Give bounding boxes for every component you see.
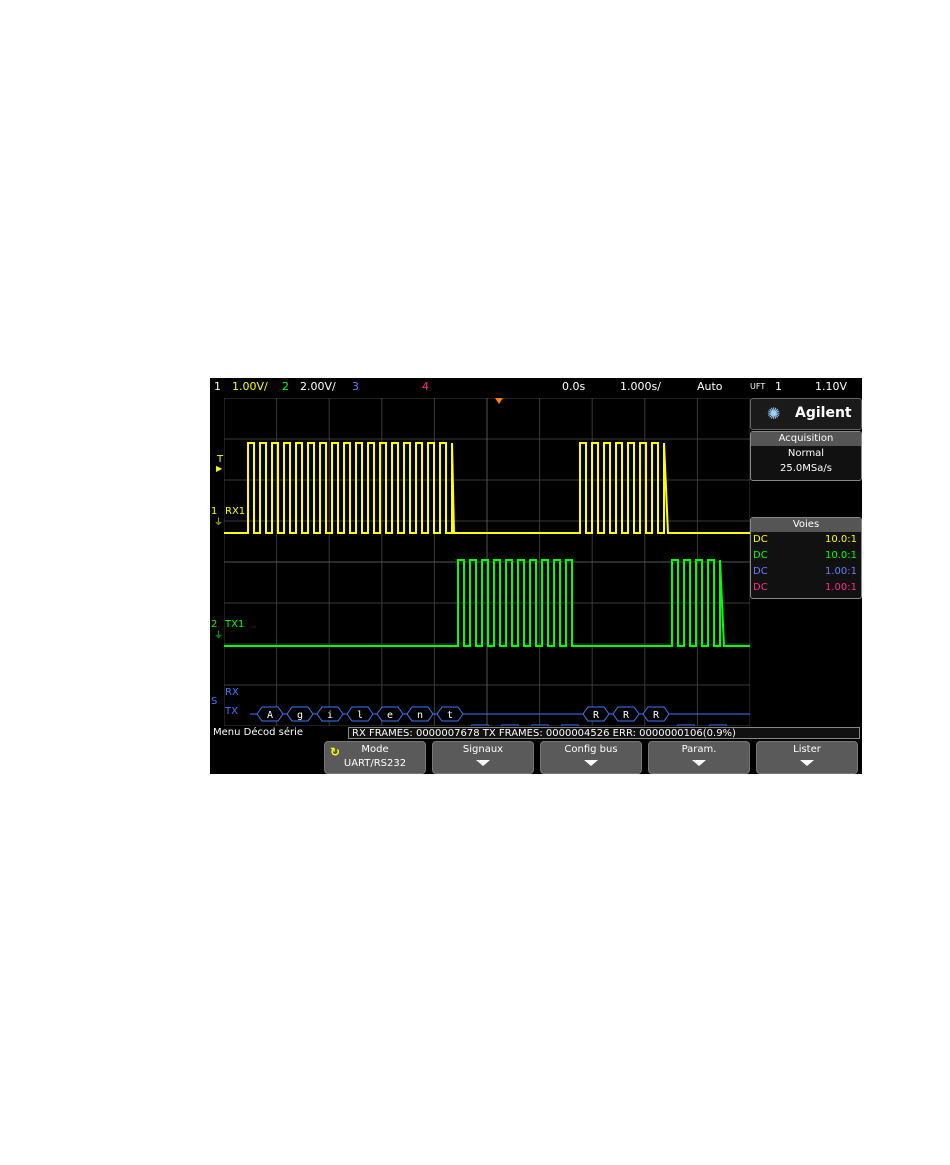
submenu-arrow-icon	[584, 760, 598, 766]
tx1-label: TX1	[225, 619, 245, 630]
trigger-position-icon	[495, 398, 503, 404]
tx-bus-label: TX	[225, 706, 238, 717]
settings-softkey[interactable]: Param.	[648, 741, 750, 774]
lister-softkey[interactable]: Lister	[756, 741, 858, 774]
brand-logo: ✺ Agilent	[750, 398, 862, 430]
brand-name: Agilent	[795, 405, 852, 421]
rx1-label: RX1	[225, 506, 246, 517]
agilent-spark-icon: ✺	[767, 404, 781, 423]
trigger-channel[interactable]: 1	[775, 378, 782, 396]
channel-row[interactable]: DC 1.00:1	[751, 564, 861, 580]
oscilloscope-screen: 1 1.00V/ 2 2.00V/ 3 4 0.0s 1.000s/ Auto …	[210, 378, 862, 774]
acquisition-section[interactable]: Acquisition Normal 25.0MSa/s	[750, 431, 862, 481]
ch3-number[interactable]: 3	[352, 378, 359, 396]
mode-softkey[interactable]: ↻ Mode UART/RS232	[324, 741, 426, 774]
ch2-coupling: DC	[753, 550, 768, 561]
channels-section[interactable]: Voies DC 10.0:1 DC 10.0:1 DC 1.00:1 DC 1…	[750, 517, 862, 599]
menu-title: Menu Décod série	[213, 727, 304, 738]
trigger-level[interactable]: 1.10V	[815, 378, 847, 396]
ch4-probe: 1.00:1	[825, 582, 857, 593]
submenu-arrow-icon	[476, 760, 490, 766]
rx-decoded-char: l	[357, 710, 363, 721]
ch1-scale[interactable]: 1.00V/	[232, 378, 268, 396]
time-scale[interactable]: 1.000s/	[620, 378, 661, 396]
ch1-coupling: DC	[753, 534, 768, 545]
softkey-label: Lister	[793, 744, 821, 755]
ch4-number[interactable]: 4	[422, 378, 429, 396]
rx-decoded-char: g	[297, 710, 303, 721]
submenu-arrow-icon	[692, 760, 706, 766]
channel-row[interactable]: DC 10.0:1	[751, 548, 861, 564]
ch4-coupling: DC	[753, 582, 768, 593]
ch3-coupling: DC	[753, 566, 768, 577]
channels-title: Voies	[751, 518, 861, 532]
ch2-probe: 10.0:1	[825, 550, 857, 561]
top-status-bar: 1 1.00V/ 2 2.00V/ 3 4 0.0s 1.000s/ Auto …	[210, 378, 862, 396]
refresh-icon: ↻	[330, 745, 341, 759]
ch3-probe: 1.00:1	[825, 566, 857, 577]
rx-decoded-char: R	[653, 710, 660, 721]
rx-decoded-char: t	[447, 710, 453, 721]
channel-row[interactable]: DC 1.00:1	[751, 580, 861, 596]
status-line: Menu Décod série RX FRAMES: 0000007678 T…	[210, 726, 862, 740]
acquisition-mode: Normal	[787, 448, 825, 459]
softkey-label: Signaux	[462, 744, 504, 755]
frame-counters: RX FRAMES: 0000007678 TX FRAMES: 0000004…	[348, 727, 860, 739]
trigger-mode[interactable]: Auto	[697, 378, 723, 396]
serial-bus-marker[interactable]: S	[211, 696, 217, 707]
ch2-number[interactable]: 2	[282, 378, 289, 396]
submenu-arrow-icon	[800, 760, 814, 766]
signals-softkey[interactable]: Signaux	[432, 741, 534, 774]
bus-config-softkey[interactable]: Config bus	[540, 741, 642, 774]
rx-decoded-char: A	[267, 710, 273, 721]
time-position[interactable]: 0.0s	[562, 378, 585, 396]
softkey-label: Param.	[681, 744, 717, 755]
ch1-number[interactable]: 1	[214, 378, 221, 396]
waveform-graticule: AgilentRRR MSOs#1	[224, 398, 750, 726]
softkey-label: Config bus	[564, 744, 618, 755]
ch2-ground-icon: ⏚	[214, 631, 224, 641]
rx-decoded-char: i	[327, 710, 333, 721]
trigger-source-label: UFT	[750, 382, 766, 391]
channel-row[interactable]: DC 10.0:1	[751, 532, 861, 548]
acquisition-title: Acquisition	[751, 432, 861, 446]
rx-bus-label: RX	[225, 687, 239, 698]
rx-decoded-char: R	[593, 710, 600, 721]
rx-decoded-char: R	[623, 710, 630, 721]
info-panel: ✺ Agilent Acquisition Normal 25.0MSa/s V…	[750, 398, 862, 728]
trigger-arrow-icon: ▶	[216, 464, 223, 473]
sample-rate: 25.0MSa/s	[780, 463, 832, 474]
ch2-scale[interactable]: 2.00V/	[300, 378, 336, 396]
rx-decoded-char: e	[387, 710, 393, 721]
rx-decoded-char: n	[417, 710, 423, 721]
ch1-probe: 10.0:1	[825, 534, 857, 545]
ch1-ground-icon: ⏚	[214, 518, 224, 528]
